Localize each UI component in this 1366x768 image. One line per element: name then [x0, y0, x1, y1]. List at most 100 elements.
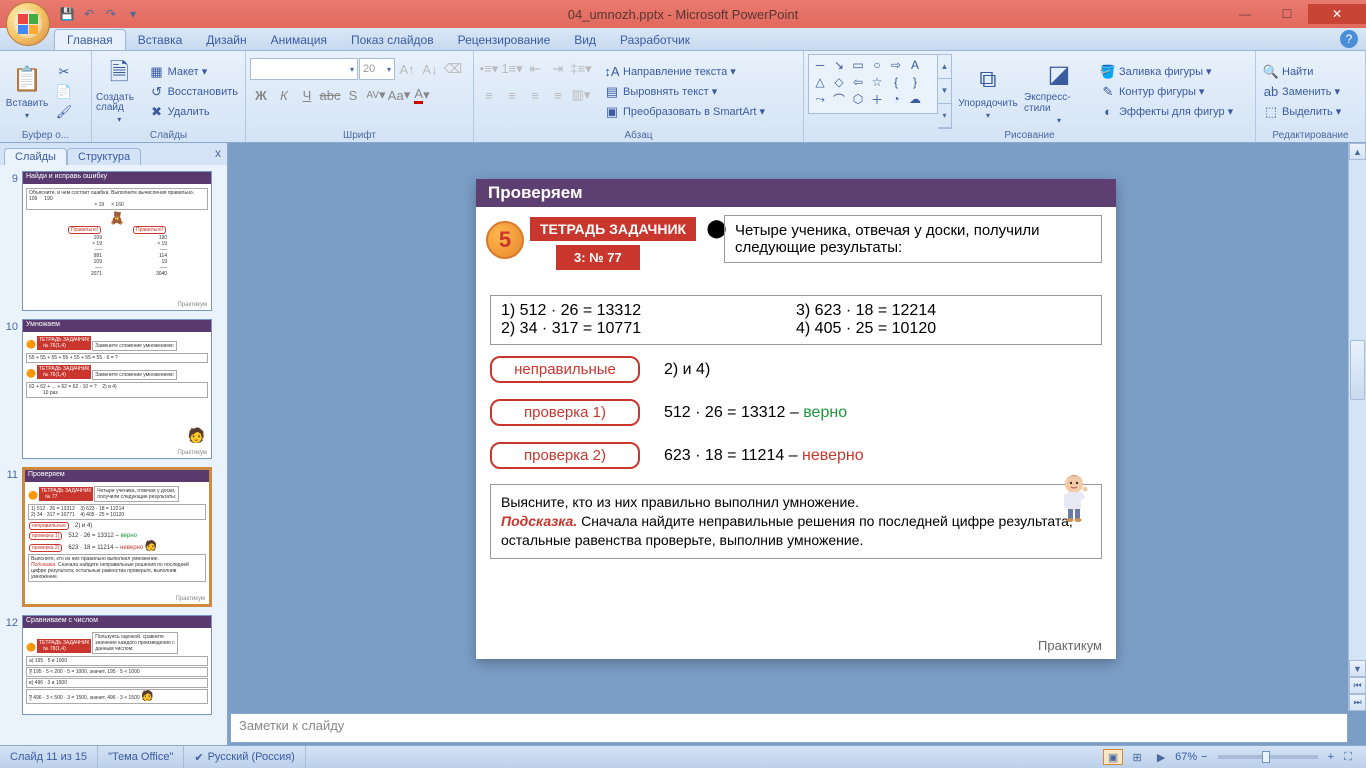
tab-view[interactable]: Вид: [562, 30, 608, 50]
office-button[interactable]: [6, 2, 50, 46]
reset-button[interactable]: ↺Восстановить: [146, 83, 241, 101]
scroll-track[interactable]: [1349, 160, 1366, 660]
delete-slide-button[interactable]: ✖Удалить: [146, 103, 241, 121]
font-name-combo[interactable]: ▾: [250, 58, 358, 80]
tab-developer[interactable]: Разработчик: [608, 30, 702, 50]
shrink-font-button[interactable]: A↓: [419, 58, 441, 80]
pane-close-button[interactable]: x: [215, 146, 221, 160]
shape-star-icon[interactable]: ☆: [868, 74, 886, 90]
format-painter-button[interactable]: 🖌: [53, 103, 75, 121]
select-button[interactable]: ⬚Выделить ▾: [1260, 103, 1344, 121]
shapes-gallery-scroll[interactable]: ▲▼▾: [938, 54, 952, 129]
font-color-button[interactable]: A▾: [411, 84, 433, 106]
redo-icon[interactable]: ↷: [102, 5, 120, 23]
shape-arc-icon[interactable]: ⌒: [830, 91, 848, 107]
view-slideshow-button[interactable]: ▶: [1151, 749, 1171, 765]
scroll-down-button[interactable]: ▼: [1349, 660, 1366, 677]
next-slide-button[interactable]: ⏭: [1349, 694, 1366, 711]
thumbnail-12[interactable]: Сравниваем с числом 🟠ТЕТРАДЬ ЗАДАЧНИК № …: [22, 615, 212, 715]
notes-pane[interactable]: Заметки к слайду: [230, 713, 1348, 743]
tab-animation[interactable]: Анимация: [259, 30, 339, 50]
shape-hex-icon[interactable]: ⬡: [849, 91, 867, 107]
thumbnail-10[interactable]: Умножаем 🟠ТЕТРАДЬ ЗАДАЧНИК № 76(1,4)Заме…: [22, 319, 212, 459]
tab-home[interactable]: Главная: [54, 29, 126, 50]
check2-button[interactable]: проверка 2): [490, 442, 640, 469]
help-button[interactable]: ?: [1340, 30, 1358, 48]
wrong-button[interactable]: неправильные: [490, 356, 640, 383]
indent-dec-button[interactable]: ⇤: [524, 58, 546, 80]
thumbnails-list[interactable]: 9 Найди и исправь ошибку Объясните, в че…: [0, 165, 227, 745]
thumb-row[interactable]: 10 Умножаем 🟠ТЕТРАДЬ ЗАДАЧНИК № 76(1,4)З…: [4, 319, 223, 459]
numbering-button[interactable]: 1≡▾: [501, 58, 523, 80]
vertical-scrollbar[interactable]: ▲ ▼ ⏮ ⏭: [1348, 143, 1366, 711]
status-language[interactable]: ✔Русский (Россия): [184, 746, 306, 768]
pane-tab-slides[interactable]: Слайды: [4, 148, 67, 165]
minimize-button[interactable]: —: [1224, 4, 1266, 24]
shape-text-icon[interactable]: A: [906, 57, 924, 73]
shapes-gallery[interactable]: ─ ↘ ▭ ○ ⇨ A △ ◇ ⇦ ☆ { } ⤳ ⌒ ⬡ ＋ ◔: [808, 54, 938, 114]
zoom-in-button[interactable]: +: [1328, 751, 1334, 763]
qa-customize-icon[interactable]: ▾: [124, 5, 142, 23]
italic-button[interactable]: К: [273, 84, 295, 106]
tab-insert[interactable]: Вставка: [126, 30, 195, 50]
quick-styles-button[interactable]: ◪ Экспресс-стили▾: [1024, 54, 1094, 129]
line-spacing-button[interactable]: ‡≡▾: [570, 58, 592, 80]
view-sorter-button[interactable]: ⊞: [1127, 749, 1147, 765]
font-size-combo[interactable]: 20▾: [359, 58, 395, 80]
zoom-value[interactable]: 67%: [1175, 751, 1197, 763]
shape-effects-button[interactable]: ◐Эффекты для фигур ▾: [1097, 103, 1236, 121]
new-slide-button[interactable]: 🗎 Создать слайд ▾: [96, 54, 143, 129]
shadow-button[interactable]: S: [342, 84, 364, 106]
text-direction-button[interactable]: ↕AНаправление текста ▾: [601, 63, 768, 81]
shape-brace2-icon[interactable]: }: [906, 74, 924, 90]
shape-tri-icon[interactable]: △: [811, 74, 829, 90]
align-text-button[interactable]: ▤Выровнять текст ▾: [601, 83, 768, 101]
cut-button[interactable]: ✂: [53, 63, 75, 81]
tab-design[interactable]: Дизайн: [194, 30, 258, 50]
thumb-row[interactable]: 9 Найди и исправь ошибку Объясните, в че…: [4, 171, 223, 311]
check1-button[interactable]: проверка 1): [490, 399, 640, 426]
indent-inc-button[interactable]: ⇥: [547, 58, 569, 80]
replace-button[interactable]: abЗаменить ▾: [1260, 83, 1344, 101]
view-normal-button[interactable]: ▣: [1103, 749, 1123, 765]
shape-di-icon[interactable]: ◇: [830, 74, 848, 90]
shape-line-icon[interactable]: ─: [811, 57, 829, 73]
shape-conn-icon[interactable]: ⤳: [811, 91, 829, 107]
prev-slide-button[interactable]: ⏮: [1349, 677, 1366, 694]
shape-oval-icon[interactable]: ○: [868, 57, 886, 73]
zoom-slider[interactable]: [1218, 755, 1318, 759]
strike-button[interactable]: abc: [319, 84, 341, 106]
shape-arrow-icon[interactable]: ↘: [830, 57, 848, 73]
shape-outline-button[interactable]: ✎Контур фигуры ▾: [1097, 83, 1236, 101]
grow-font-button[interactable]: A↑: [396, 58, 418, 80]
thumbnail-9[interactable]: Найди и исправь ошибку Объясните, в чем …: [22, 171, 212, 311]
slide-canvas[interactable]: Проверяем 5 ТЕТРАДЬ ЗАДАЧНИК ⬤ 3: № 77 Ч…: [476, 179, 1116, 659]
spacing-button[interactable]: AV▾: [365, 84, 387, 106]
smartart-button[interactable]: ▣Преобразовать в SmartArt ▾: [601, 103, 768, 121]
underline-button[interactable]: Ч: [296, 84, 318, 106]
shape-brace-icon[interactable]: {: [887, 74, 905, 90]
scroll-up-button[interactable]: ▲: [1349, 143, 1366, 160]
tab-slideshow[interactable]: Показ слайдов: [339, 30, 446, 50]
shape-rect-icon[interactable]: ▭: [849, 57, 867, 73]
shape-arrow3-icon[interactable]: ⇦: [849, 74, 867, 90]
fit-to-window-button[interactable]: ⛶: [1338, 749, 1358, 765]
shape-arrow2-icon[interactable]: ⇨: [887, 57, 905, 73]
clear-format-button[interactable]: ⌫: [442, 58, 464, 80]
thumb-row[interactable]: 12 Сравниваем с числом 🟠ТЕТРАДЬ ЗАДАЧНИК…: [4, 615, 223, 715]
save-icon[interactable]: 💾: [58, 5, 76, 23]
arrange-button[interactable]: ⧉ Упорядочить▾: [955, 54, 1021, 129]
pane-tab-outline[interactable]: Структура: [67, 148, 141, 165]
justify-button[interactable]: ≡: [547, 84, 569, 106]
align-right-button[interactable]: ≡: [524, 84, 546, 106]
copy-button[interactable]: 📄: [53, 83, 75, 101]
paste-button[interactable]: 📋 Вставить ▾: [4, 54, 50, 129]
thumbnail-11[interactable]: Проверяем 🟠ТЕТРАДЬ ЗАДАЧНИК № 77Четыре у…: [22, 467, 212, 607]
shape-plus-icon[interactable]: ＋: [868, 91, 886, 107]
scroll-grip[interactable]: [1350, 340, 1365, 400]
tab-review[interactable]: Рецензирование: [446, 30, 563, 50]
thumb-row[interactable]: 11 Проверяем 🟠ТЕТРАДЬ ЗАДАЧНИК № 77Четыр…: [4, 467, 223, 607]
find-button[interactable]: 🔍Найти: [1260, 63, 1344, 81]
bold-button[interactable]: Ж: [250, 84, 272, 106]
align-center-button[interactable]: ≡: [501, 84, 523, 106]
